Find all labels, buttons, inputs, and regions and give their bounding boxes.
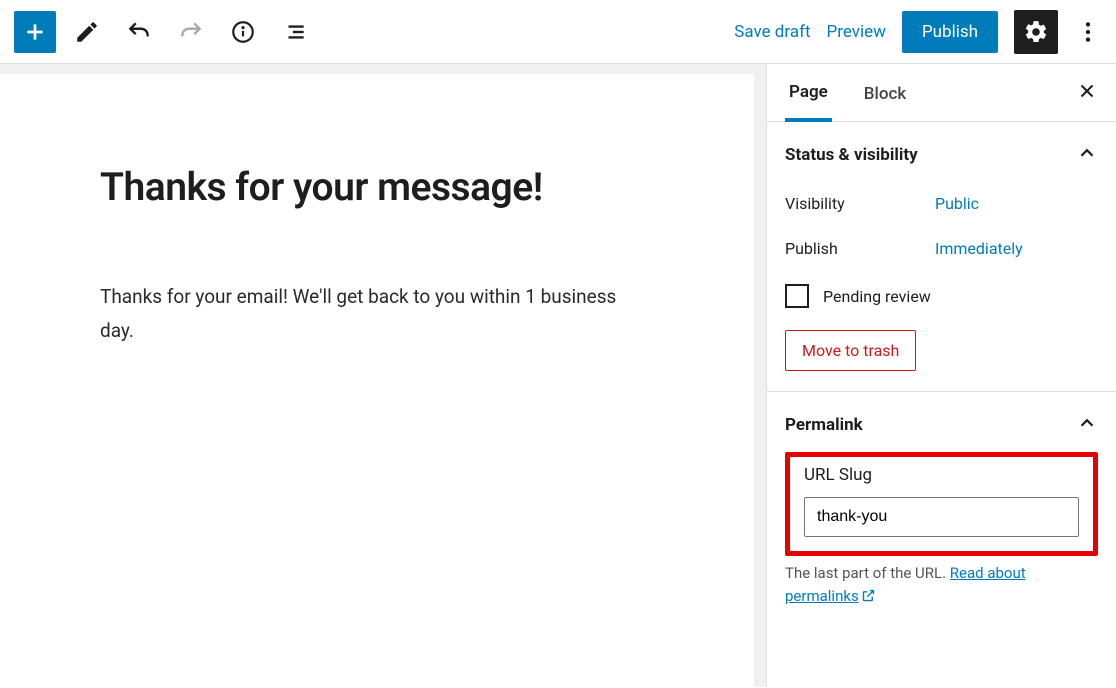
gear-icon [1023, 19, 1049, 45]
external-link-icon [861, 587, 876, 610]
edit-mode-button[interactable] [66, 11, 108, 53]
publish-value[interactable]: Immediately [935, 239, 1023, 258]
permalink-panel-toggle[interactable]: Permalink [785, 412, 1098, 438]
list-icon [282, 19, 308, 45]
pending-review-row: Pending review [785, 284, 1098, 308]
tab-block[interactable]: Block [860, 66, 910, 120]
editor-canvas[interactable]: Thanks for your message! Thanks for your… [0, 74, 754, 687]
publish-label: Publish [785, 239, 935, 258]
url-slug-input[interactable] [804, 497, 1079, 537]
toolbar-right: Save draft Preview Publish [734, 10, 1102, 54]
undo-icon [126, 19, 152, 45]
permalink-panel-title: Permalink [785, 415, 863, 435]
visibility-label: Visibility [785, 194, 935, 213]
sidebar-tabs: Page Block [767, 64, 1116, 122]
toolbar-left [14, 11, 316, 53]
canvas-area: Thanks for your message! Thanks for your… [0, 64, 766, 687]
publish-row: Publish Immediately [785, 239, 1098, 258]
settings-button[interactable] [1014, 10, 1058, 54]
add-block-button[interactable] [14, 11, 56, 53]
kebab-icon [1075, 19, 1101, 45]
page-body-paragraph[interactable]: Thanks for your email! We'll get back to… [100, 280, 620, 348]
outline-button[interactable] [274, 11, 316, 53]
pending-review-label: Pending review [823, 287, 931, 306]
settings-sidebar: Page Block Status & visibility Visibilit… [766, 64, 1116, 687]
chevron-up-icon [1076, 142, 1098, 168]
close-icon [1076, 80, 1098, 102]
close-sidebar-button[interactable] [1076, 80, 1098, 106]
visibility-row: Visibility Public [785, 194, 1098, 213]
more-options-button[interactable] [1074, 11, 1102, 53]
url-slug-label: URL Slug [804, 465, 1079, 485]
plus-icon [22, 19, 48, 45]
permalink-helper-text: The last part of the URL. Read about per… [767, 556, 1116, 609]
redo-button[interactable] [170, 11, 212, 53]
helper-prefix: The last part of the URL. [785, 564, 950, 582]
url-slug-highlight: URL Slug [785, 452, 1098, 556]
tab-page[interactable]: Page [785, 64, 832, 122]
pending-review-checkbox[interactable] [785, 284, 809, 308]
save-draft-button[interactable]: Save draft [734, 22, 810, 42]
permalink-panel: Permalink URL Slug [767, 392, 1116, 556]
status-visibility-panel: Status & visibility Visibility Public Pu… [767, 122, 1116, 392]
move-to-trash-button[interactable]: Move to trash [785, 330, 916, 371]
workspace: Thanks for your message! Thanks for your… [0, 64, 1116, 687]
status-panel-toggle[interactable]: Status & visibility [785, 142, 1098, 168]
redo-icon [178, 19, 204, 45]
page-title[interactable]: Thanks for your message! [100, 164, 654, 210]
top-toolbar: Save draft Preview Publish [0, 0, 1116, 64]
publish-button[interactable]: Publish [902, 11, 998, 53]
chevron-up-icon [1076, 412, 1098, 438]
pencil-icon [74, 19, 100, 45]
visibility-value[interactable]: Public [935, 194, 979, 213]
status-panel-title: Status & visibility [785, 145, 918, 165]
info-icon [230, 19, 256, 45]
info-button[interactable] [222, 11, 264, 53]
undo-button[interactable] [118, 11, 160, 53]
preview-button[interactable]: Preview [827, 22, 886, 42]
